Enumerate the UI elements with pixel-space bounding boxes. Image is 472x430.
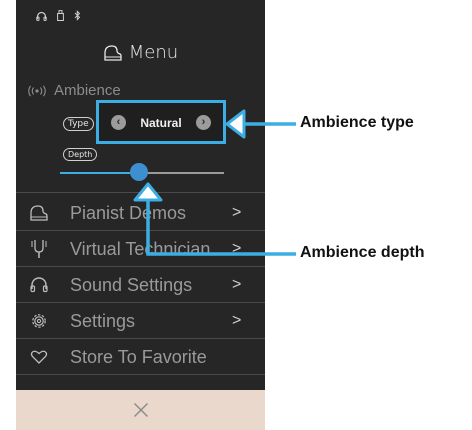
divider — [16, 192, 265, 193]
ambience-depth-callout: Ambience depth — [300, 244, 425, 261]
app-screen: Menu Ambience Type Depth ‹ Natural › Pia… — [16, 0, 265, 430]
type-pill: Type — [63, 117, 94, 131]
usb-drive-status-icon — [57, 10, 64, 21]
chevron-right-icon: > — [232, 204, 242, 221]
ambience-depth-slider[interactable] — [60, 163, 224, 181]
menu-item-settings[interactable]: Settings > — [16, 303, 265, 339]
menu-item-label: Settings — [70, 310, 136, 331]
ambience-label: Ambience — [54, 82, 121, 99]
ambience-type-callout: Ambience type — [300, 114, 414, 131]
depth-pill: Depth — [63, 148, 98, 161]
headphones-status-icon — [36, 11, 47, 21]
headphones-icon — [28, 274, 50, 296]
menu-title-label: Menu — [128, 42, 179, 63]
piano-icon — [104, 44, 122, 61]
menu-item-pianist-demos[interactable]: Pianist Demos > — [16, 195, 265, 231]
heart-icon — [28, 346, 50, 368]
menu-item-store-to-favorite[interactable]: Store To Favorite — [16, 339, 265, 375]
menu-title: Menu — [16, 42, 265, 63]
next-type-button[interactable]: › — [196, 115, 211, 130]
menu-item-virtual-technician[interactable]: Virtual Technician > — [16, 231, 265, 267]
ambience-icon — [28, 84, 46, 97]
close-menu-button[interactable] — [16, 390, 265, 430]
bluetooth-status-icon — [74, 10, 81, 21]
menu-item-label: Virtual Technician — [70, 238, 211, 259]
piano-icon — [28, 202, 50, 224]
chevron-right-icon: > — [232, 312, 242, 329]
chevron-right-icon: › — [201, 116, 206, 128]
menu-item-label: Sound Settings — [70, 274, 193, 295]
menu-item-label: Pianist Demos — [70, 202, 187, 223]
ambience-type-selector: ‹ Natural › — [96, 100, 226, 144]
status-bar — [36, 10, 81, 21]
chevron-right-icon: > — [232, 240, 242, 257]
menu-item-label: Store To Favorite — [70, 346, 207, 367]
gear-icon — [28, 310, 50, 332]
close-icon — [133, 403, 148, 417]
slider-fill — [60, 172, 139, 174]
divider — [16, 374, 265, 375]
slider-thumb[interactable] — [129, 163, 148, 181]
menu-item-sound-settings[interactable]: Sound Settings > — [16, 267, 265, 303]
tuning-fork-icon — [28, 238, 50, 260]
ambience-header: Ambience — [26, 82, 121, 99]
chevron-right-icon: > — [232, 276, 242, 293]
